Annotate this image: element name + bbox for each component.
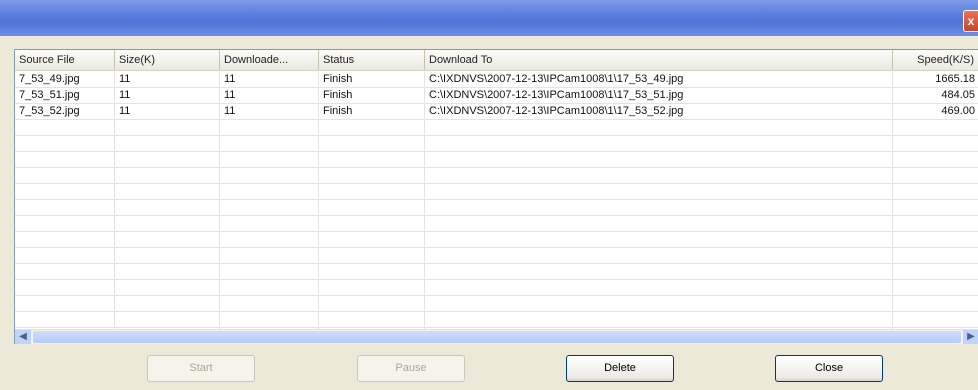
size-cell: 11 (119, 105, 131, 117)
empty-row (15, 295, 978, 312)
table-row[interactable]: 7_53_51.jpg 11 11 Finish C:\IXDNVS\2007-… (15, 87, 978, 104)
download-list[interactable]: Source File Size(K) Downloade... Status … (14, 49, 978, 344)
download-dialog: x Source File Size(K) Downloade... Statu… (0, 0, 978, 390)
size-cell: 11 (119, 89, 131, 101)
empty-row (15, 247, 978, 264)
delete-button[interactable]: Delete (566, 355, 674, 382)
scroll-thumb[interactable] (33, 331, 961, 343)
empty-row (15, 215, 978, 232)
download-to-cell: C:\IXDNVS\2007-12-13\IPCam1008\1\17_53_4… (429, 73, 684, 85)
empty-row (15, 183, 978, 200)
download-to-cell: C:\IXDNVS\2007-12-13\IPCam1008\1\17_53_5… (429, 89, 684, 101)
empty-row (15, 151, 978, 168)
source-file-cell: 7_53_51.jpg (19, 89, 80, 101)
column-header-downloaded[interactable]: Downloade... (220, 50, 319, 70)
empty-row (15, 199, 978, 216)
speed-cell: 469.00 (941, 105, 975, 117)
source-file-cell: 7_53_52.jpg (19, 105, 80, 117)
downloaded-cell: 11 (224, 89, 236, 101)
table-row[interactable]: 7_53_49.jpg 11 11 Finish C:\IXDNVS\2007-… (15, 71, 978, 88)
downloaded-cell: 11 (224, 73, 236, 85)
close-icon[interactable]: x (963, 10, 978, 32)
status-cell: Finish (323, 89, 353, 101)
column-header-speed[interactable]: Speed(K/S) (893, 50, 978, 70)
status-cell: Finish (323, 73, 353, 85)
start-button[interactable]: Start (147, 355, 255, 382)
empty-row (15, 167, 978, 184)
close-button[interactable]: Close (775, 355, 883, 382)
size-cell: 11 (119, 73, 131, 85)
column-header-status[interactable]: Status (319, 50, 425, 70)
column-header-size[interactable]: Size(K) (115, 50, 220, 70)
empty-row (15, 119, 978, 136)
empty-row (15, 279, 978, 296)
status-cell: Finish (323, 105, 353, 117)
download-to-cell: C:\IXDNVS\2007-12-13\IPCam1008\1\17_53_5… (429, 105, 684, 117)
column-header-download-to[interactable]: Download To (425, 50, 893, 70)
column-header-source-file[interactable]: Source File (15, 50, 115, 70)
table-row[interactable]: 7_53_52.jpg 11 11 Finish C:\IXDNVS\2007-… (15, 103, 978, 120)
speed-cell: 1665.18 (935, 73, 975, 85)
source-file-cell: 7_53_49.jpg (19, 73, 80, 85)
empty-row (15, 263, 978, 280)
column-header-row: Source File Size(K) Downloade... Status … (15, 50, 978, 71)
title-bar[interactable]: x (0, 0, 978, 36)
horizontal-scrollbar[interactable]: ◀ ▶ (15, 329, 978, 344)
empty-row (15, 231, 978, 248)
speed-cell: 484.05 (941, 89, 975, 101)
scroll-right-icon[interactable]: ▶ (963, 330, 978, 344)
empty-row (15, 135, 978, 152)
pause-button[interactable]: Pause (357, 355, 465, 382)
empty-row (15, 311, 978, 328)
downloaded-cell: 11 (224, 105, 236, 117)
scroll-left-icon[interactable]: ◀ (15, 330, 31, 344)
